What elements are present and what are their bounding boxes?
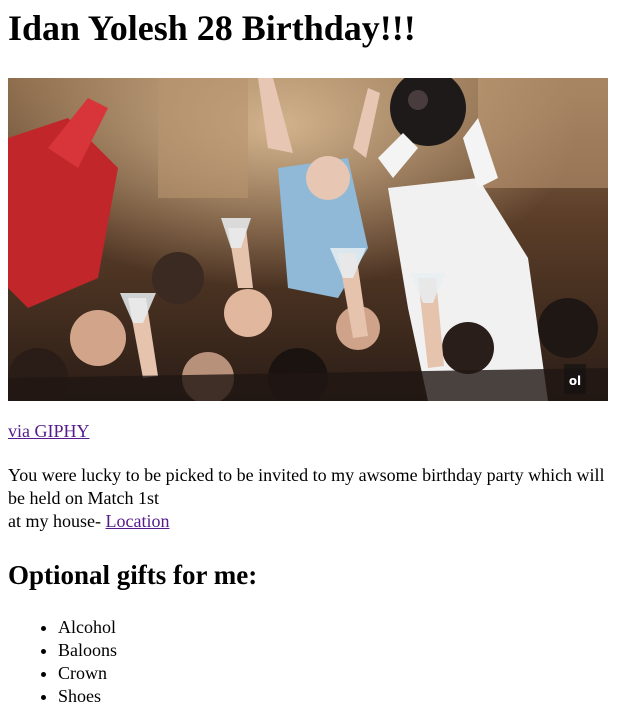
- invite-text: You were lucky to be picked to be invite…: [8, 465, 605, 508]
- party-gif[interactable]: ol: [8, 78, 608, 401]
- list-item: Shoes: [58, 685, 117, 708]
- page-title: Idan Yolesh 28 Birthday!!!: [8, 8, 416, 48]
- gifts-heading: Optional gifts for me:: [8, 560, 258, 590]
- invite-house-text: at my house-: [8, 511, 106, 531]
- invite-paragraph: You were lucky to be picked to be invite…: [8, 464, 608, 533]
- via-giphy-link[interactable]: via GIPHY: [8, 420, 90, 442]
- list-item: Crown: [58, 662, 117, 685]
- party-gif-illustration: ol: [8, 78, 608, 401]
- gifts-list: Alcohol Baloons Crown Shoes: [8, 616, 117, 708]
- list-item: Alcohol: [58, 616, 117, 639]
- list-item: Baloons: [58, 639, 117, 662]
- gif-watermark: ol: [569, 374, 581, 388]
- location-link[interactable]: Location: [105, 511, 169, 531]
